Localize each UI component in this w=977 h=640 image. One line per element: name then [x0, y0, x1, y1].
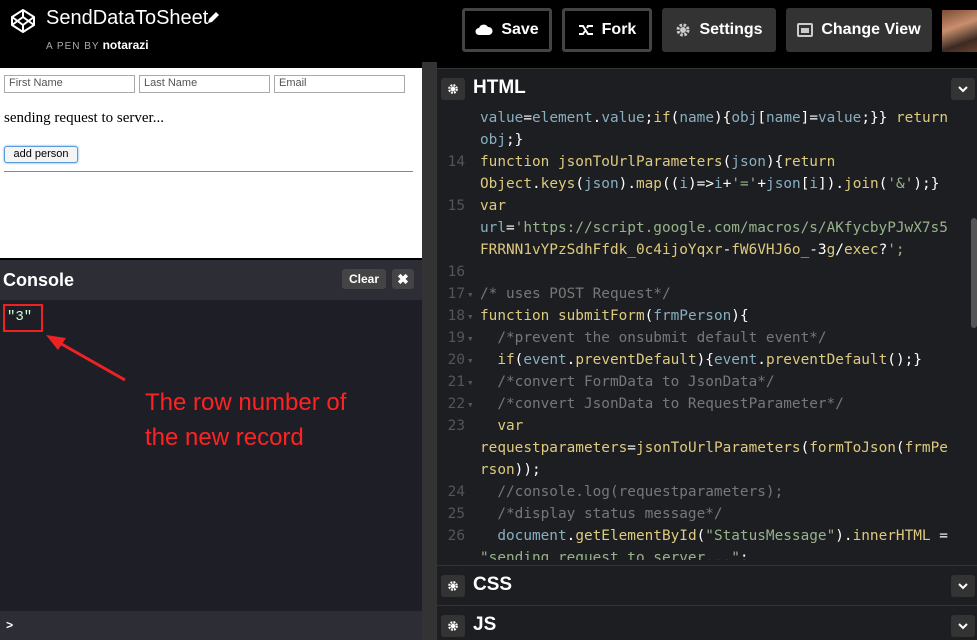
fold-marker[interactable]: ▾: [467, 288, 474, 301]
fold-marker[interactable]: ▾: [467, 354, 474, 367]
line-number: 26: [447, 528, 465, 544]
console-input[interactable]: >: [0, 611, 422, 640]
gear-icon: [448, 581, 458, 591]
chevron-down-icon: [958, 582, 968, 589]
css-settings-button[interactable]: [441, 575, 465, 597]
line-number: 15: [447, 198, 465, 214]
result-preview: First Name Last Name Email sending reque…: [0, 68, 422, 258]
html-editor-title: HTML: [473, 77, 526, 98]
code-text: var: [480, 198, 506, 214]
settings-label: Settings: [699, 21, 763, 38]
html-settings-button[interactable]: [441, 78, 465, 100]
codepen-logo-icon[interactable]: [10, 8, 36, 34]
line-number: 18: [447, 308, 465, 324]
add-person-button[interactable]: add person: [4, 146, 78, 163]
line-number: 20: [447, 352, 465, 368]
fork-icon: [578, 25, 593, 35]
line-number: 22: [447, 396, 465, 412]
code-text: obj;}: [480, 132, 524, 148]
code-text: if(event.preventDefault){event.preventDe…: [497, 352, 922, 368]
line-number: 21: [447, 374, 465, 390]
pencil-icon[interactable]: [205, 10, 221, 26]
code-text: //console.log(requestparameters);: [480, 484, 784, 500]
annotation-line-1: The row number of: [145, 389, 347, 416]
chevron-down-icon: [958, 622, 968, 629]
code-text: FRRNN1vYPzSdhFfdk_0c4ijoYqxr-fW6VHJ6o_-3…: [480, 242, 905, 258]
code-text: document.getElementById("StatusMessage")…: [497, 528, 948, 544]
first-name-field[interactable]: First Name: [4, 75, 135, 93]
save-button[interactable]: Save: [462, 8, 552, 52]
email-field[interactable]: Email: [274, 75, 405, 93]
js-collapse-button[interactable]: [951, 615, 975, 637]
fold-marker[interactable]: ▾: [467, 310, 474, 323]
line-number: 19: [447, 330, 465, 346]
annotation-line-2: the new record: [145, 424, 304, 451]
code-text: function jsonToUrlParameters(json){retur…: [480, 154, 836, 170]
code-text: /* uses POST Request*/: [480, 286, 671, 302]
js-settings-button[interactable]: [441, 615, 465, 637]
pen-by-line: A PEN BY notarazi: [46, 38, 149, 52]
css-editor-title: CSS: [473, 574, 513, 595]
line-number: 17: [447, 286, 465, 302]
code-text: requestparameters=jsonToUrlParameters(fo…: [480, 440, 948, 456]
fork-button[interactable]: Fork: [562, 8, 652, 52]
line-number: 23: [447, 418, 465, 434]
editor-scrollbar[interactable]: [971, 218, 977, 328]
code-text: var: [497, 418, 524, 434]
fold-marker[interactable]: ▾: [467, 332, 474, 345]
layout-icon: [797, 23, 814, 37]
line-number: 25: [447, 506, 465, 522]
html-code-area[interactable]: value=element.value;if(name){obj[name]=v…: [437, 108, 977, 560]
code-text: "sending request to server...";: [480, 550, 749, 560]
code-editor-panel: HTML value=element.value;if(name){obj[na…: [437, 68, 977, 640]
line-number: 16: [447, 264, 465, 280]
code-text: /*prevent the onsubmit default event*/: [480, 330, 827, 346]
cloud-icon: [475, 24, 493, 35]
line-number: 14: [447, 154, 465, 170]
pen-title[interactable]: SendDataToSheet: [46, 7, 208, 30]
gear-icon: [448, 621, 458, 631]
code-text: rson));: [480, 462, 541, 478]
pen-by-label: A PEN BY: [46, 41, 100, 52]
code-text: /*convert JsonData to RequestParameter*/: [480, 396, 844, 412]
avatar[interactable]: [942, 10, 977, 52]
gear-icon: [676, 23, 690, 37]
status-message: sending request to server...: [4, 110, 164, 126]
code-text: Object.keys(json).map((i)=>i+'='+json[i]…: [480, 176, 940, 192]
js-editor-header: JS: [437, 605, 977, 640]
pane-resizer[interactable]: [422, 62, 437, 640]
settings-button[interactable]: Settings: [662, 8, 776, 52]
code-text: url='https://script.google.com/macros/s/…: [480, 220, 948, 236]
css-editor-header: CSS: [437, 565, 977, 605]
js-editor-title: JS: [473, 614, 497, 635]
last-name-field[interactable]: Last Name: [139, 75, 270, 93]
css-collapse-button[interactable]: [951, 575, 975, 597]
console-prompt: >: [6, 619, 14, 633]
console-panel: Console Clear ✖ "3" The row number of th…: [0, 260, 422, 640]
gear-icon: [448, 84, 458, 94]
annotation-text: The row number of the new record: [145, 385, 346, 455]
fork-label: Fork: [601, 21, 637, 38]
code-text: /*display status message*/: [480, 506, 723, 522]
code-text: value=element.value;if(name){obj[name]=v…: [480, 110, 948, 126]
line-number: 24: [447, 484, 465, 500]
code-text: function submitForm(frmPerson){: [480, 308, 749, 324]
change-view-label: Change View: [821, 21, 921, 38]
change-view-button[interactable]: Change View: [786, 8, 932, 52]
fold-marker[interactable]: ▾: [467, 376, 474, 389]
save-label: Save: [501, 21, 539, 38]
html-collapse-button[interactable]: [951, 78, 975, 100]
top-bar: SendDataToSheet A PEN BY notarazi Save Fo…: [0, 0, 977, 62]
fold-marker[interactable]: ▾: [467, 398, 474, 411]
code-text: /*convert FormData to JsonData*/: [480, 374, 775, 390]
divider-line: [4, 171, 413, 172]
chevron-down-icon: [958, 85, 968, 92]
html-editor-header: HTML: [437, 68, 977, 108]
author-link[interactable]: notarazi: [103, 38, 149, 52]
